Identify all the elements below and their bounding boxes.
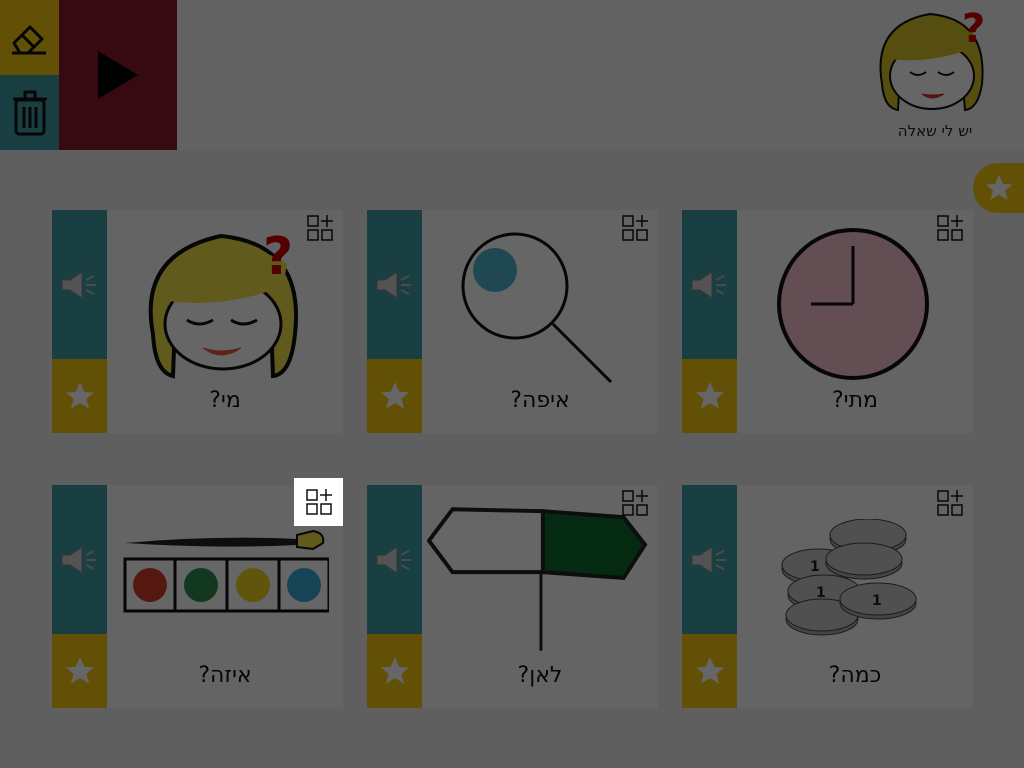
card-favorite-button[interactable] bbox=[367, 359, 422, 433]
card-favorite-button[interactable] bbox=[682, 359, 737, 433]
svg-text:1: 1 bbox=[810, 559, 820, 575]
card-sound-button[interactable] bbox=[52, 485, 107, 634]
speaker-icon bbox=[376, 545, 411, 574]
paint-palette-icon bbox=[123, 529, 329, 613]
magnifying-glass-picture bbox=[427, 218, 649, 390]
card-options-button[interactable] bbox=[621, 214, 649, 242]
card-sound-button[interactable] bbox=[367, 485, 422, 634]
speaker-icon bbox=[376, 270, 411, 299]
card-favorite-button[interactable] bbox=[682, 634, 737, 708]
play-icon bbox=[98, 51, 138, 99]
card-sound-button[interactable] bbox=[682, 485, 737, 634]
clock-icon bbox=[777, 228, 929, 380]
card-to-where[interactable]: לאן? bbox=[367, 485, 658, 708]
trash-button[interactable] bbox=[0, 75, 59, 150]
card-where[interactable]: איפה? bbox=[367, 210, 658, 433]
star-icon bbox=[985, 174, 1013, 200]
magnifying-glass-icon bbox=[461, 232, 613, 384]
coins-icon: 1 1 1 bbox=[781, 519, 917, 636]
play-button[interactable] bbox=[59, 0, 177, 150]
card-label: כמה? bbox=[828, 663, 882, 688]
grid-add-icon bbox=[622, 490, 648, 516]
card-label: מי? bbox=[209, 388, 241, 413]
card-favorite-button[interactable] bbox=[367, 634, 422, 708]
card-options-button[interactable] bbox=[621, 489, 649, 517]
card-label: איזה? bbox=[198, 663, 252, 688]
card-when[interactable]: מתי? bbox=[682, 210, 973, 433]
sentence-card[interactable]: ? יש לי שאלה bbox=[870, 4, 1000, 144]
sentence-card-label: יש לי שאלה bbox=[897, 122, 973, 140]
card-who[interactable]: ? מי? bbox=[52, 210, 343, 433]
grid-add-icon bbox=[307, 215, 333, 241]
star-icon bbox=[65, 381, 94, 409]
grid-add-icon bbox=[937, 215, 963, 241]
card-label: מתי? bbox=[832, 388, 878, 413]
star-icon bbox=[380, 381, 409, 409]
star-icon bbox=[65, 656, 94, 684]
card-sound-button[interactable] bbox=[367, 210, 422, 359]
svg-text:1: 1 bbox=[872, 593, 882, 609]
card-how-many[interactable]: 1 1 1 כמה? bbox=[682, 485, 973, 708]
star-icon bbox=[380, 656, 409, 684]
girl-question-face-picture: ? bbox=[112, 218, 334, 390]
card-label: לאן? bbox=[517, 663, 563, 688]
star-icon bbox=[695, 656, 724, 684]
speaker-icon bbox=[61, 545, 96, 574]
star-icon bbox=[695, 381, 724, 409]
girl-question-face-icon: ? bbox=[148, 227, 298, 379]
speaker-icon bbox=[61, 270, 96, 299]
direction-sign-picture bbox=[427, 493, 649, 665]
card-favorite-button[interactable] bbox=[52, 359, 107, 433]
card-sound-button[interactable] bbox=[52, 210, 107, 359]
eraser-icon bbox=[11, 25, 46, 54]
card-options-button[interactable] bbox=[936, 214, 964, 242]
card-options-button[interactable] bbox=[936, 489, 964, 517]
speaker-icon bbox=[691, 270, 726, 299]
svg-text:?: ? bbox=[962, 6, 985, 52]
highlighted-card-options-button[interactable] bbox=[294, 478, 343, 526]
grid-add-icon bbox=[937, 490, 963, 516]
trash-icon bbox=[12, 90, 47, 135]
speaker-icon bbox=[691, 545, 726, 574]
clock-picture bbox=[742, 218, 964, 390]
card-label: איפה? bbox=[510, 388, 570, 413]
girl-question-face-icon: ? bbox=[879, 6, 985, 112]
grid-add-icon bbox=[305, 489, 332, 515]
top-bar: ? יש לי שאלה bbox=[0, 0, 1024, 150]
favorites-tab[interactable] bbox=[973, 163, 1024, 213]
grid-add-icon bbox=[622, 215, 648, 241]
card-favorite-button[interactable] bbox=[52, 634, 107, 708]
coins-picture: 1 1 1 bbox=[742, 493, 964, 665]
direction-sign-icon bbox=[427, 507, 648, 651]
card-options-button[interactable] bbox=[306, 214, 334, 242]
card-sound-button[interactable] bbox=[682, 210, 737, 359]
eraser-button[interactable] bbox=[0, 0, 59, 75]
svg-text:?: ? bbox=[263, 227, 293, 287]
